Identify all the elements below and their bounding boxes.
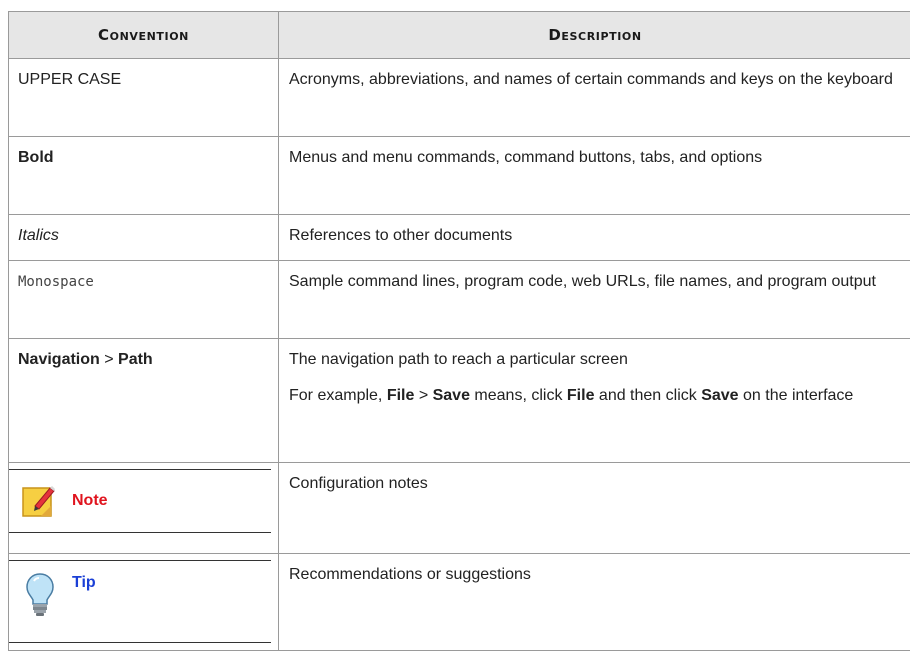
table-row: UPPER CASE Acronyms, abbreviations, and … xyxy=(8,58,910,137)
table-row: Monospace Sample command lines, program … xyxy=(8,260,910,339)
description-cell: Recommendations or suggestions xyxy=(278,553,910,651)
example-text: For example, File > Save means, click Fi… xyxy=(289,387,854,404)
convention-cell: Monospace xyxy=(8,260,279,339)
table-row: Bold Menus and menu commands, command bu… xyxy=(8,136,910,215)
description-cell: Menus and menu commands, command buttons… xyxy=(278,136,910,215)
description-cell: References to other documents xyxy=(278,214,910,261)
header-row: Convention Description xyxy=(8,11,910,59)
header-description: Description xyxy=(278,11,910,59)
description-cell: Configuration notes xyxy=(278,462,910,554)
table-row: Navigation > Path The navigation path to… xyxy=(8,338,910,463)
description-cell: Sample command lines, program code, web … xyxy=(278,260,910,339)
description-cell: The navigation path to reach a particula… xyxy=(278,338,910,463)
description-cell: Acronyms, abbreviations, and names of ce… xyxy=(278,58,910,137)
tip-box: Tip xyxy=(9,560,271,643)
convention-cell: Tip xyxy=(8,553,279,651)
table-row: Tip Recommendations or suggestions xyxy=(8,553,910,651)
divider xyxy=(9,642,271,643)
tip-label: Tip xyxy=(72,574,96,591)
table-row: Italics References to other documents xyxy=(8,214,910,261)
convention-cell: Navigation > Path xyxy=(8,338,279,463)
convention-cell: Note xyxy=(8,462,279,554)
convention-cell: Bold xyxy=(8,136,279,215)
note-label: Note xyxy=(72,492,108,509)
convention-cell: UPPER CASE xyxy=(8,58,279,137)
header-convention: Convention xyxy=(8,11,279,59)
lightbulb-icon xyxy=(26,573,54,616)
conventions-table: Convention Description UPPER CASE Acrony… xyxy=(8,11,910,651)
note-box: Note xyxy=(9,469,271,533)
note-pencil-icon xyxy=(22,486,55,517)
convention-cell: Italics xyxy=(8,214,279,261)
table-row: Note Configuration notes xyxy=(8,462,910,554)
